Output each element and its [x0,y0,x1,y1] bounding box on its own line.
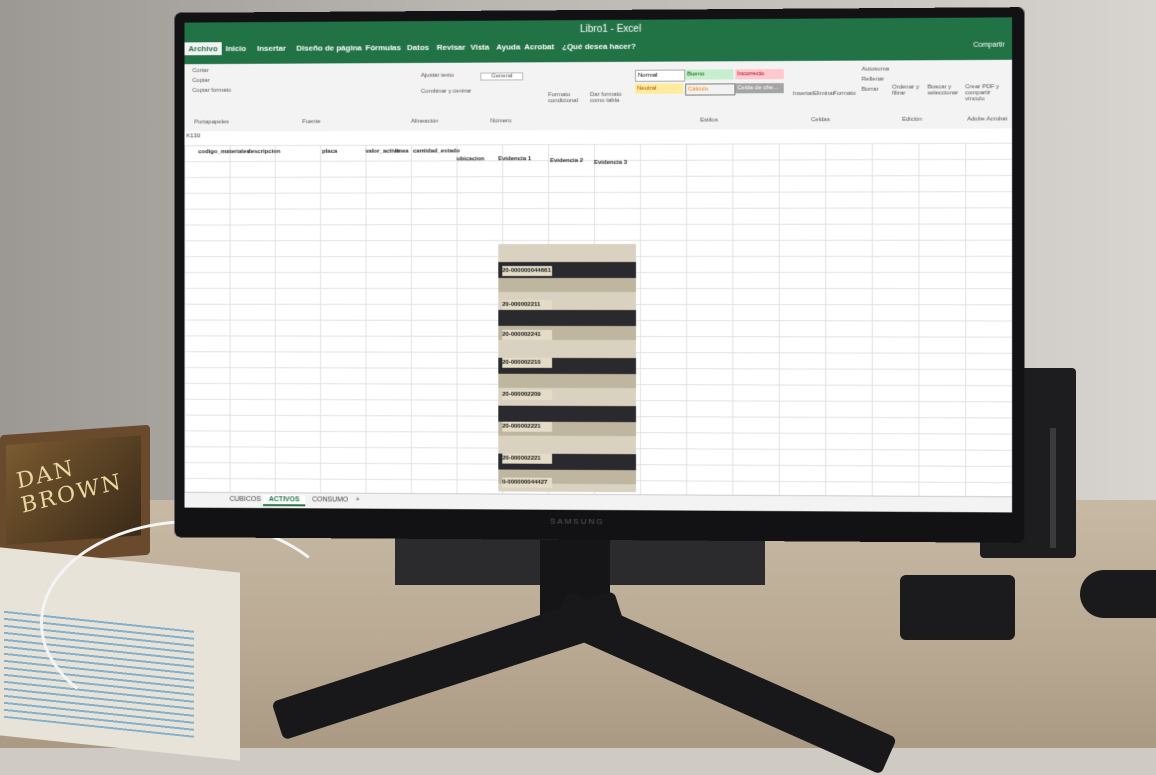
clipboard-group-label: Portapapeles [194,119,229,126]
tab-insertar[interactable]: Insertar [253,42,290,55]
share-button[interactable]: Compartir [973,42,1004,49]
monitor: Libro1 - Excel Archivo Inicio Insertar D… [174,7,1025,543]
alignment-group-label: Alineación [410,118,439,125]
insert-cells-button[interactable]: Insertar [793,91,814,97]
plate-label: 20-000002221 [502,421,553,432]
style-neutral[interactable]: Neutral [635,83,684,94]
title-bar: Libro1 - Excel Archivo Inicio Insertar D… [184,17,1013,65]
sheet-tab-bar: CUBICOS ACTIVOS CONSUMO + [184,491,1013,513]
header-cantidad-estado: cantidad_estado [412,148,460,155]
conditional-format-button[interactable]: Formato condicional [548,92,588,104]
sheet-tab-consumo[interactable]: CONSUMO [306,495,354,504]
tower-panel [1050,428,1056,548]
header-linea: linea [395,148,409,155]
plate-label: 0-000000044427 [502,477,553,488]
editing-group-label: Edición [902,116,923,123]
copy-format-button[interactable]: Copiar formato [192,88,231,94]
merge-center-button[interactable]: Combinar y centrar [421,89,472,95]
font-group-label: Fuente [302,119,321,126]
styles-group-label: Estilos [700,117,718,124]
acrobat-group-label: Adobe Acrobat [967,116,1008,123]
power-adapter [900,575,1015,640]
style-normal[interactable]: Normal [635,69,686,82]
header-codigo: codigo_materiales [198,149,250,156]
tab-formulas[interactable]: Fórmulas [362,41,406,54]
create-pdf-button[interactable]: Crear PDF y compartir vínculo [965,84,1010,102]
excel-window: Libro1 - Excel Archivo Inicio Insertar D… [184,17,1013,513]
monitor-brand: SAMSUNG [550,516,605,527]
sheet-tab-activos[interactable]: ACTIVOS [262,495,306,507]
table-format-button[interactable]: Dar formato como tabla [590,92,630,104]
add-sheet-button[interactable]: + [350,496,366,505]
header-ubicacion: ubicacion [456,156,485,163]
delete-cells-button[interactable]: Eliminar [813,91,835,97]
name-box[interactable]: K130 [186,133,245,143]
header-evidencia-2: Evidencia 2 [550,158,584,165]
number-format-select[interactable]: General [480,72,524,81]
tab-diseno[interactable]: Diseño de página [292,41,365,54]
tab-datos[interactable]: Datos [403,41,433,54]
header-placa: placa [322,148,338,155]
ribbon: Cortar Copiar Copiar formato Portapapele… [184,59,1013,133]
autosum-button[interactable]: Autosuma [862,66,889,72]
tab-vista[interactable]: Vista [466,41,493,54]
find-select-button[interactable]: Buscar y seleccionar [928,84,961,96]
tab-revisar[interactable]: Revisar [433,41,470,54]
style-calc[interactable]: Cálculo [685,83,736,96]
fill-button[interactable]: Rellenar [862,77,885,83]
evidence-photos[interactable]: 20-000000044661 20-000002211 20-00000224… [498,243,637,493]
tab-acrobat[interactable]: Acrobat [520,40,558,53]
number-group-label: Número [490,118,512,125]
plate-label: 20-000002221 [502,453,553,464]
sheet-tab-cubicos[interactable]: CUBICOS [224,495,267,504]
app-title: Libro1 - Excel [580,23,642,36]
header-descripcion: descripcion [247,148,281,156]
tab-archivo[interactable]: Archivo [184,42,222,56]
copy-button[interactable]: Copiar [192,78,209,84]
style-check[interactable]: Celda de che... [735,83,784,94]
worksheet-grid[interactable]: codigo_materiales descripcion placa valo… [184,142,1013,497]
clear-button[interactable]: Borrar [862,87,879,93]
plate-label: 20-000002241 [502,329,553,340]
plate-label: 20-000000044661 [502,266,553,276]
tell-me-search[interactable]: ¿Qué desea hacer? [562,42,636,51]
plate-label: 20-000002211 [502,299,553,310]
tab-inicio[interactable]: Inicio [222,42,250,55]
cells-group-label: Celdas [811,117,830,124]
style-good[interactable]: Bueno [685,69,734,80]
wrap-text-button[interactable]: Ajustar texto [421,73,454,79]
header-evidencia-1: Evidencia 1 [498,156,532,163]
style-bad[interactable]: Incorrecto [735,69,784,80]
sort-filter-button[interactable]: Ordenar y filtrar [892,84,924,96]
mouse [1080,570,1156,618]
format-cells-button[interactable]: Formato [833,91,856,97]
header-evidencia-3: Evidencia 3 [594,159,628,167]
cut-button[interactable]: Cortar [192,68,208,74]
plate-label: 20-000002209 [502,389,553,400]
plate-label: 20-000002210 [502,357,553,368]
